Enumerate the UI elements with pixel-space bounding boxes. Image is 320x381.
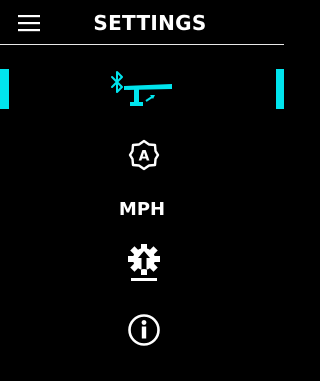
settings-menu-list: A MPH xyxy=(0,45,284,381)
menu-item-info[interactable] xyxy=(0,305,284,355)
menu-item-bluetooth-handlebar[interactable] xyxy=(0,65,284,121)
hamburger-menu-icon[interactable] xyxy=(16,12,44,34)
auto-mode-icon-letter: A xyxy=(139,149,150,165)
selection-indicator-left xyxy=(0,69,9,109)
menu-item-firmware-update[interactable] xyxy=(0,239,284,291)
info-icon xyxy=(128,314,160,346)
bluetooth-handlebar-icon xyxy=(111,71,172,106)
auto-mode-gear-icon: A xyxy=(128,139,160,171)
selection-indicator-right xyxy=(276,69,284,109)
page-title: SETTINGS xyxy=(93,11,207,35)
menu-item-auto-mode[interactable]: A xyxy=(0,135,284,183)
firmware-update-gear-icon xyxy=(128,244,160,281)
units-label: MPH xyxy=(118,199,166,220)
menu-item-units[interactable]: MPH xyxy=(0,193,284,227)
settings-screen: SETTINGS A MPH xyxy=(0,0,284,381)
header-bar: SETTINGS xyxy=(0,0,284,44)
